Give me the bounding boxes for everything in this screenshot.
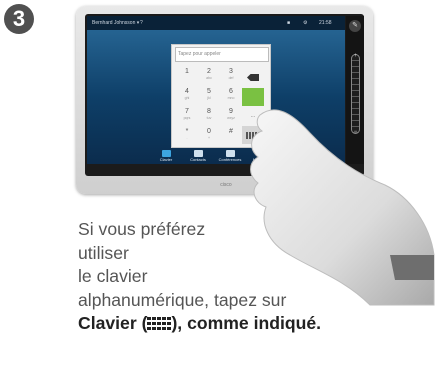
keypad-key-digit: 0 <box>207 128 211 135</box>
volume-up-icon[interactable]: + <box>352 53 359 59</box>
microphone-mute-icon[interactable]: ✎ <box>349 20 361 32</box>
dock-item-keypad[interactable]: Clavier <box>151 150 181 162</box>
keypad-key-letters: def <box>228 76 234 80</box>
step-number-badge: 3 <box>4 4 34 34</box>
keypad-key[interactable]: 2 abc <box>198 65 220 83</box>
contacts-icon <box>193 150 203 157</box>
keypad-key-letters: tuv <box>206 116 212 120</box>
caption-paren-open: ( <box>136 313 148 334</box>
keypad-key[interactable]: 5 jkl <box>198 85 220 103</box>
keypad-key-letters: + <box>207 136 211 140</box>
keypad-icon <box>161 150 171 157</box>
caption-line-last: Clavier ( ), comme indiqué. <box>78 312 408 336</box>
help-icon[interactable]: ? <box>140 16 143 30</box>
keypad-key[interactable]: 4 ghi <box>176 85 198 103</box>
keypad-key-digit: 8 <box>207 108 211 115</box>
camera-icon[interactable]: ■ <box>287 16 290 30</box>
keypad-key-digit: 1 <box>185 68 189 75</box>
dock-item-contacts[interactable]: Contacts <box>183 150 213 162</box>
status-bar: Bernhard Johnsson ▾ ? ■ ⚙ 21:58 <box>87 16 345 30</box>
keypad-key[interactable]: 3 def <box>220 65 242 83</box>
keypad-key-letters: ghi <box>184 96 190 100</box>
caption-keyword: Clavier <box>78 313 137 334</box>
keypad-icon <box>147 317 172 331</box>
keypad-key-digit: 2 <box>207 68 211 75</box>
clock-time: 21:58 <box>319 20 332 26</box>
caption-line: le clavier <box>78 266 148 287</box>
caption-line: alphanumérique, tapez sur <box>78 289 287 310</box>
dial-input[interactable]: Tapez pour appeler <box>175 47 269 62</box>
backspace-key[interactable] <box>242 69 264 87</box>
keypad-key[interactable]: 7 pqrs <box>176 105 198 123</box>
keypad-key[interactable]: 1 <box>176 65 198 83</box>
keypad-key-letters: jkl <box>207 96 211 100</box>
keypad-key[interactable]: 8 tuv <box>198 105 220 123</box>
keypad-key-digit: 6 <box>229 88 233 95</box>
dock-item-label: Contacts <box>190 157 206 162</box>
keypad-key[interactable]: *. <box>176 125 198 143</box>
keypad-key-letters: . <box>186 136 188 140</box>
keypad-key-digit: * <box>185 128 189 135</box>
instruction-caption: Si vous préférez utiliser le clavier alp… <box>78 218 408 336</box>
keypad-key-digit: 7 <box>185 108 189 115</box>
keypad-key-letters: mno <box>227 96 235 100</box>
dock-item-label: Clavier <box>159 157 173 162</box>
keypad-key-digit: 4 <box>185 88 189 95</box>
caption-line: utiliser <box>78 242 129 263</box>
call-button[interactable] <box>242 88 264 106</box>
keypad-key-digit: 3 <box>229 68 233 75</box>
user-menu[interactable]: Bernhard Johnsson ▾ <box>92 16 139 30</box>
keypad-key-digit: 5 <box>207 88 211 95</box>
keypad-key[interactable]: 0 + <box>198 125 220 143</box>
caption-line: Si vous préférez <box>78 219 206 239</box>
caption-paren-close: ), comme indiqué. <box>171 313 322 334</box>
settings-icon[interactable]: ⚙ <box>303 16 307 30</box>
keypad-key-letters: abc <box>206 76 212 80</box>
keypad-key-letters: pqrs <box>183 116 191 120</box>
keypad-key[interactable]: 6 mno <box>220 85 242 103</box>
